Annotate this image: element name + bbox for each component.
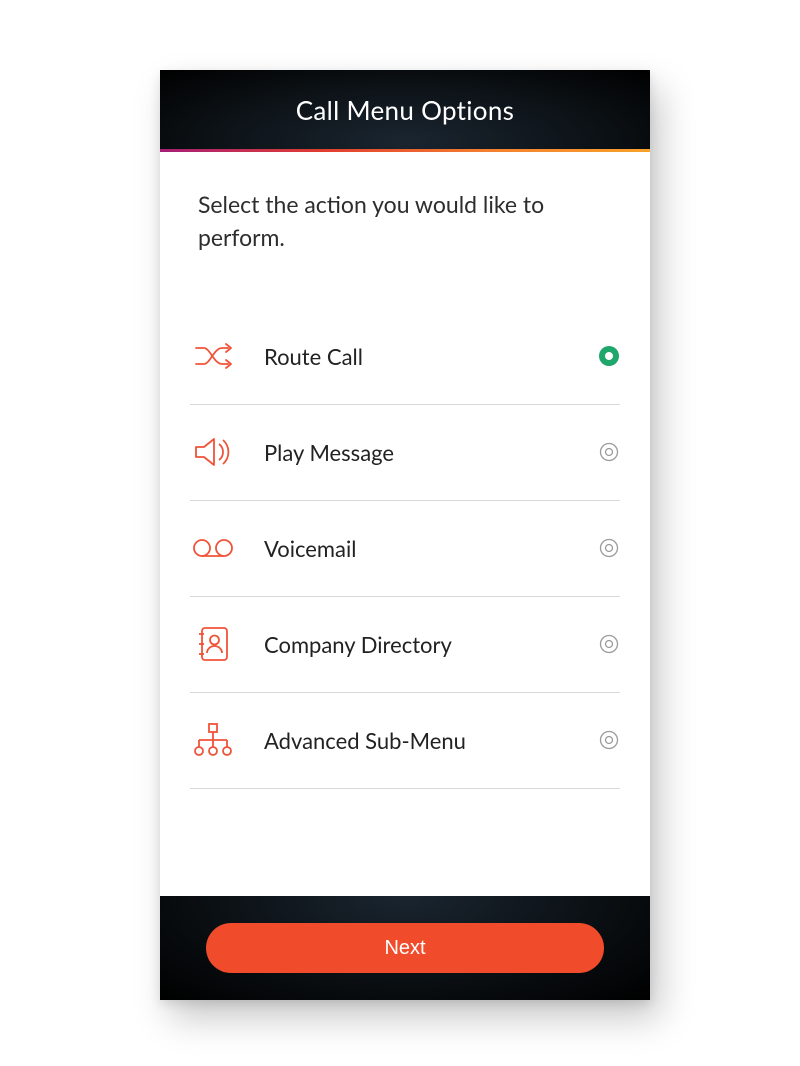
radio-unselected-icon bbox=[598, 729, 620, 751]
option-advanced-sub-menu[interactable]: Advanced Sub-Menu bbox=[190, 693, 620, 789]
voicemail-icon bbox=[190, 528, 236, 568]
content-area: Select the action you would like to perf… bbox=[160, 152, 650, 896]
option-label: Advanced Sub-Menu bbox=[236, 727, 598, 754]
option-label: Company Directory bbox=[236, 631, 598, 658]
header: Call Menu Options bbox=[160, 70, 650, 152]
radio-unselected-icon bbox=[598, 441, 620, 463]
option-route-call[interactable]: Route Call bbox=[190, 309, 620, 405]
option-list: Route Call Play Message bbox=[190, 309, 620, 789]
option-play-message[interactable]: Play Message bbox=[190, 405, 620, 501]
footer: Next bbox=[160, 896, 650, 1000]
option-label: Route Call bbox=[236, 343, 598, 370]
directory-icon bbox=[190, 624, 236, 664]
radio-selected-icon bbox=[598, 345, 620, 367]
option-label: Voicemail bbox=[236, 535, 598, 562]
option-voicemail[interactable]: Voicemail bbox=[190, 501, 620, 597]
call-menu-screen: Call Menu Options Select the action you … bbox=[160, 70, 650, 1000]
page-title: Call Menu Options bbox=[296, 94, 514, 126]
option-company-directory[interactable]: Company Directory bbox=[190, 597, 620, 693]
shuffle-icon bbox=[190, 336, 236, 376]
option-label: Play Message bbox=[236, 439, 598, 466]
megaphone-icon bbox=[190, 432, 236, 472]
next-button[interactable]: Next bbox=[206, 923, 604, 973]
radio-unselected-icon bbox=[598, 537, 620, 559]
hierarchy-icon bbox=[190, 720, 236, 760]
prompt-text: Select the action you would like to perf… bbox=[190, 188, 620, 255]
radio-unselected-icon bbox=[598, 633, 620, 655]
